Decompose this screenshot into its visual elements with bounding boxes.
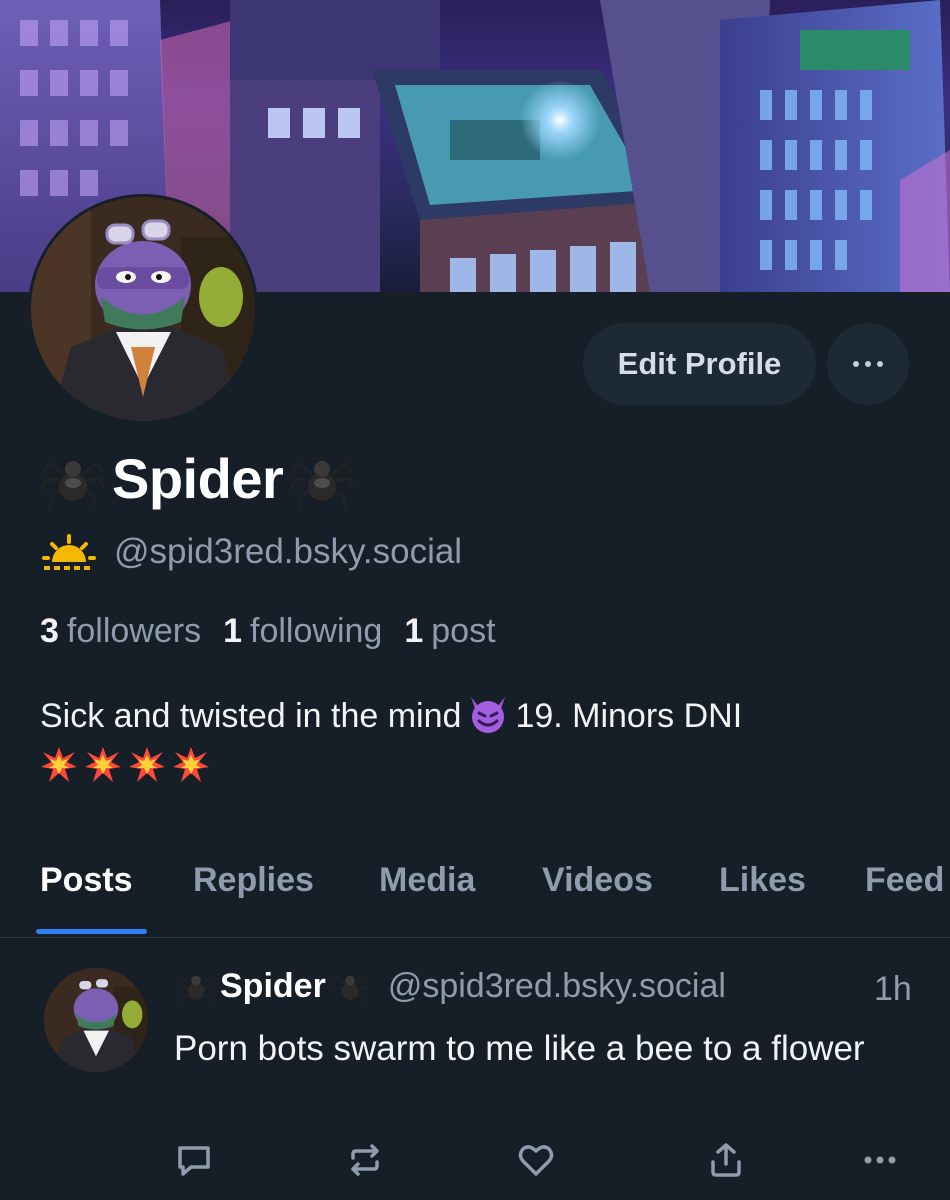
edit-profile-button[interactable]: Edit Profile (583, 323, 816, 405)
followers-label: followers (66, 612, 202, 650)
profile-more-button[interactable] (827, 323, 909, 405)
bio-text: Sick and twisted in the mind (40, 697, 462, 735)
display-name-row: Spider (40, 445, 355, 511)
reply-icon (178, 1146, 210, 1176)
repost-button[interactable] (345, 1140, 385, 1180)
profile-handle: @spid3red.bsky.social (114, 532, 463, 571)
sunrise-icon (42, 534, 96, 570)
following-label: following (250, 612, 383, 650)
tab-videos[interactable]: Videos (542, 855, 653, 937)
turtle-character-avatar-image (44, 968, 148, 1072)
tab-feeds[interactable]: Feed (865, 855, 950, 937)
display-name: Spider (112, 446, 284, 510)
share-button[interactable] (706, 1140, 746, 1180)
tab-likes[interactable]: Likes (719, 855, 806, 937)
posts-stat: 1 post (404, 612, 495, 651)
bio-text-continued: 19. Minors DNI (515, 697, 743, 735)
collision-emoji-icon (41, 747, 77, 782)
tab-posts[interactable]: Posts (40, 855, 133, 937)
smiling-devil-emoji-icon (471, 697, 506, 733)
share-icon (711, 1143, 741, 1177)
post-timestamp[interactable]: 1h (874, 970, 912, 1009)
reply-button[interactable] (174, 1140, 214, 1180)
followers-count: 3 (40, 612, 59, 650)
posts-count: 1 (404, 612, 424, 650)
ellipsis-icon (864, 1156, 896, 1164)
post-author-avatar[interactable] (44, 968, 148, 1072)
tab-media[interactable]: Media (379, 855, 475, 937)
profile-tabs: Posts Replies Media Videos Likes Feed (0, 855, 950, 938)
collision-emoji-icon (173, 747, 209, 782)
spider-emoji-icon (330, 975, 370, 1005)
ellipsis-icon (853, 361, 883, 367)
collision-emoji-row (40, 746, 920, 784)
post-more-button[interactable] (860, 1140, 900, 1180)
spider-emoji-icon (40, 460, 106, 509)
heart-icon (518, 1145, 554, 1176)
profile-stats: 3 followers 1 following 1 post (40, 612, 496, 651)
active-tab-indicator (36, 929, 147, 934)
post-text: Porn bots swarm to me like a bee to a fl… (174, 1029, 865, 1068)
spider-emoji-icon (176, 975, 216, 1005)
tab-replies[interactable]: Replies (193, 855, 314, 937)
post-header: Spider @spid3red.bsky.social (176, 966, 726, 1006)
profile-bio: Sick and twisted in the mind 19. Minors … (40, 692, 920, 784)
following-count: 1 (223, 612, 243, 650)
turtle-character-avatar-image (31, 197, 255, 421)
posts-label: post (431, 612, 496, 650)
spider-emoji-icon (289, 460, 355, 509)
followers-stat[interactable]: 3 followers (40, 612, 201, 651)
handle-row: @spid3red.bsky.social (42, 532, 462, 572)
collision-emoji-icon (129, 747, 165, 782)
repost-icon (351, 1144, 379, 1176)
post-author-name[interactable]: Spider (220, 967, 326, 1006)
collision-emoji-icon (85, 747, 121, 782)
profile-avatar[interactable] (28, 194, 258, 424)
following-stat[interactable]: 1 following (223, 612, 382, 651)
post-author-handle[interactable]: @spid3red.bsky.social (388, 967, 726, 1006)
like-button[interactable] (516, 1140, 556, 1180)
